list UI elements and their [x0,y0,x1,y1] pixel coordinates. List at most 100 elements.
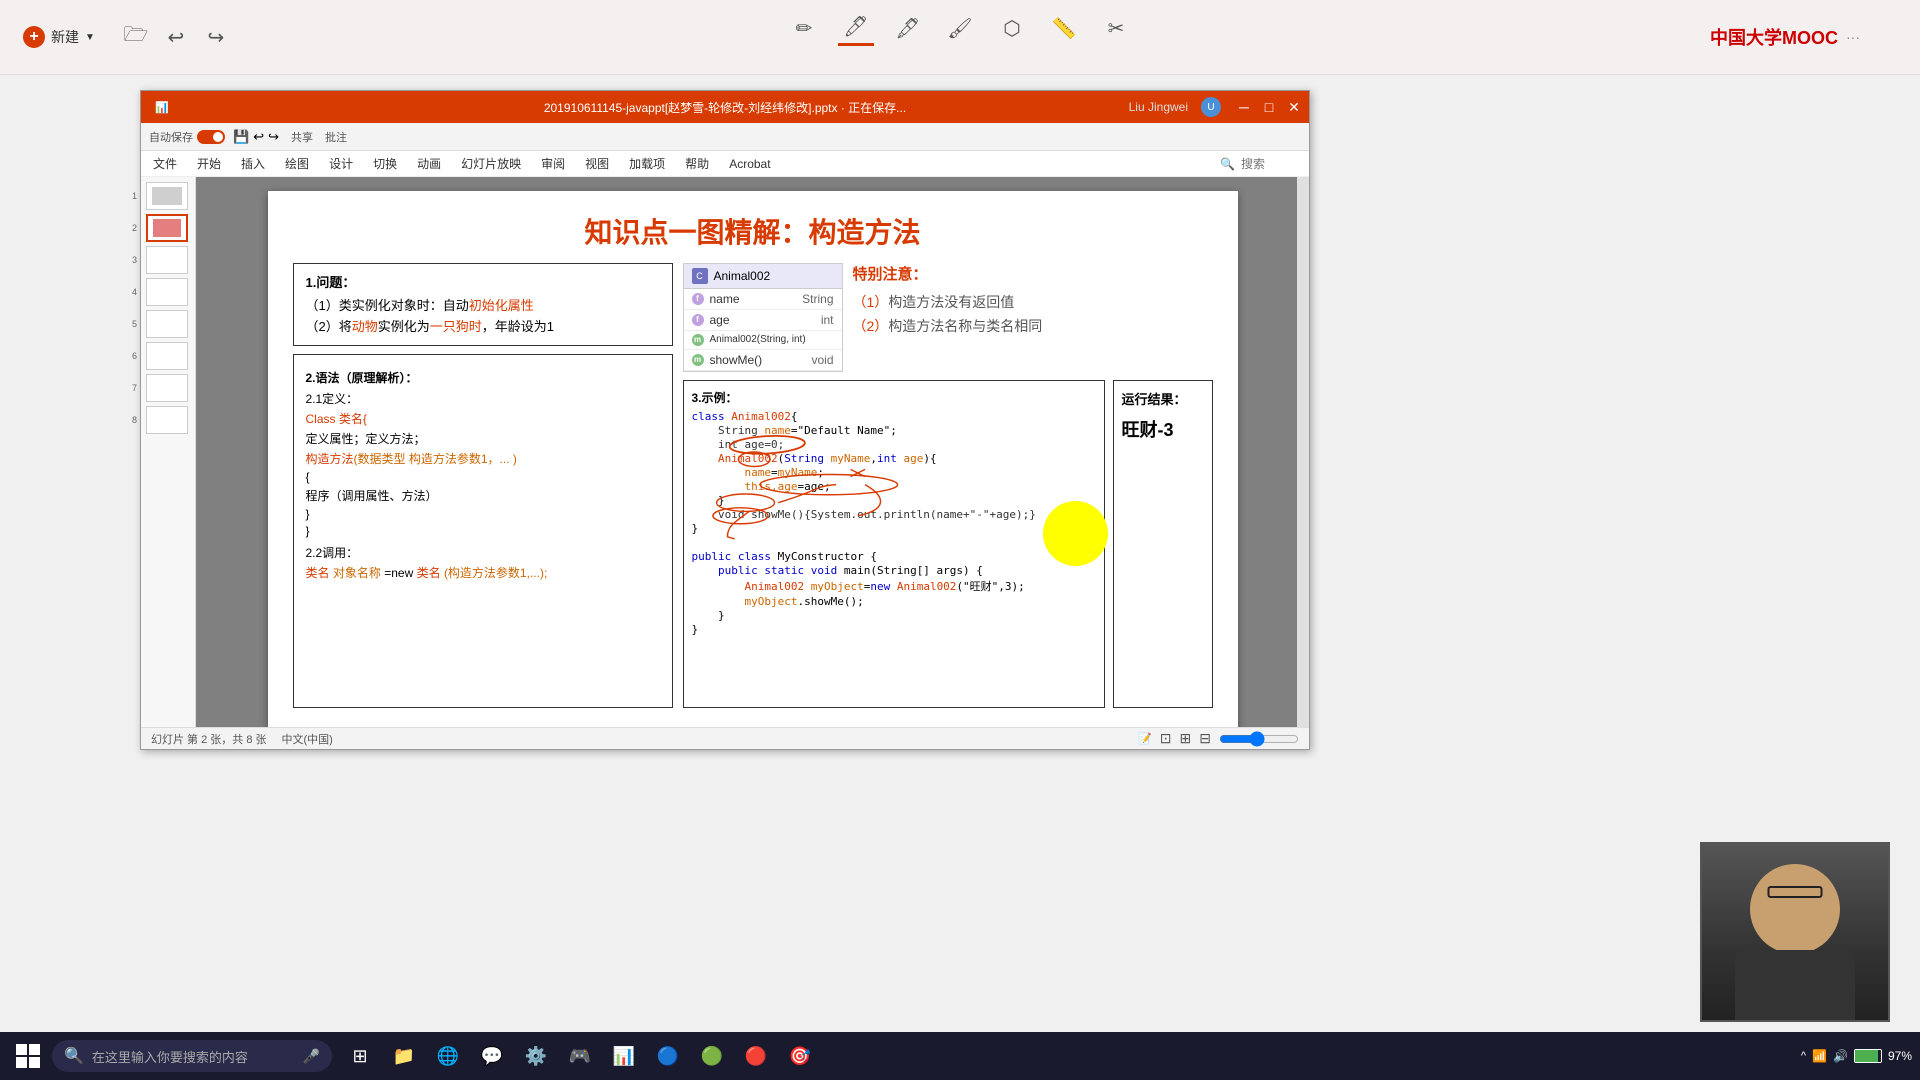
redo-ppt-icon[interactable]: ↪ [268,129,279,145]
pen-tool[interactable]: 🖊 [838,10,874,46]
problem-line2: （2）将动物实例化为一只狗时，年龄设为1 [306,316,660,335]
new-label: 新建 [51,27,79,47]
slide-thumb-8[interactable] [146,406,188,434]
field-f-icon-2: f [692,314,704,326]
app9-icon[interactable]: 🟢 [692,1036,732,1076]
app10-icon[interactable]: 🔴 [736,1036,776,1076]
menu-view[interactable]: 视图 [581,153,613,174]
task-view-icon[interactable]: ⊞ [340,1036,380,1076]
code-line-7: } [692,494,1096,507]
folder-icon[interactable]: 🗁 [118,19,154,55]
menu-file[interactable]: 文件 [149,153,181,174]
browser-icon[interactable]: 🌐 [428,1036,468,1076]
app11-icon[interactable]: 🎯 [780,1036,820,1076]
undo-redo-group: 🗁 ↩ ↪ [118,19,234,55]
slide-scrollbar[interactable] [1297,177,1309,749]
ppt-task-icon[interactable]: 📊 [604,1036,644,1076]
volume-icon[interactable]: 🔊 [1833,1049,1848,1063]
code-line-15: } [692,609,1096,622]
problem-title: 1.问题： [306,272,660,291]
redo-icon[interactable]: ↪ [198,19,234,55]
example-box: 3.示例： class Animal002{ String name="Defa… [683,380,1105,708]
slide-thumb-5[interactable] [146,310,188,338]
problem-line1: （1）类实例化对象时：自动初始化属性 [306,295,660,314]
menu-insert[interactable]: 插入 [237,153,269,174]
menu-start[interactable]: 开始 [193,153,225,174]
slide-thumb-2[interactable] [146,214,188,242]
settings-icon[interactable]: ⚙️ [516,1036,556,1076]
ruler-tool[interactable]: 📏 [1046,10,1082,46]
more-icon[interactable]: ··· [1846,29,1860,45]
app6-icon[interactable]: 🎮 [560,1036,600,1076]
slide-thumb-8-wrapper: 8 [146,406,190,434]
marker-tool[interactable]: 🖋 [890,10,926,46]
share-button[interactable]: 共享 [291,129,313,145]
undo-icon[interactable]: ↩ [158,19,194,55]
speaker-webcam [1700,842,1890,1022]
code-line-13: Animal002 myObject=new Animal002("旺财",3)… [692,578,1096,594]
undo-ppt-icon[interactable]: ↩ [253,129,264,145]
eraser-tool[interactable]: ⬡ [994,10,1030,46]
restore-button[interactable]: □ [1259,97,1279,117]
view-reader[interactable]: ⊟ [1199,730,1211,747]
mic-search-icon: 🎤 [303,1048,320,1065]
app8-icon[interactable]: 🔵 [648,1036,688,1076]
menu-design[interactable]: 设计 [325,153,357,174]
new-dropdown-icon[interactable]: ▼ [85,32,95,43]
notes-icon[interactable]: 📝 [1138,732,1152,745]
example-result-area: 3.示例： class Animal002{ String name="Defa… [683,380,1213,708]
field-f-icon-1: f [692,293,704,305]
menu-draw[interactable]: 绘图 [281,153,313,174]
taskbar-search[interactable]: 🔍 在这里输入你要搜索的内容 🎤 [52,1040,332,1072]
save-icon[interactable]: 💾 [233,129,249,145]
problem-red3: 一只狗时 [430,319,482,334]
highlighter-tool[interactable]: 🖌 [942,10,978,46]
menu-review[interactable]: 审阅 [537,153,569,174]
wechat-icon[interactable]: 💬 [472,1036,512,1076]
new-button[interactable]: + 新建 ▼ [15,22,103,52]
search-input[interactable] [1241,157,1301,171]
special-note-title: 特别注意： [853,263,1213,284]
auto-save-toggle[interactable] [197,130,225,144]
slide-thumb-6[interactable] [146,342,188,370]
menu-slideshow[interactable]: 幻灯片放映 [457,153,525,174]
menu-transition[interactable]: 切换 [369,153,401,174]
code-line-9: } [692,522,1096,535]
close-button[interactable]: ✕ [1284,97,1304,117]
chevron-icon[interactable]: ^ [1801,1050,1806,1062]
menu-animation[interactable]: 动画 [413,153,445,174]
syntax-objname: 对象名称 [333,566,381,580]
files-icon[interactable]: 📁 [384,1036,424,1076]
slide-thumb-3[interactable] [146,246,188,274]
slide-num-5: 5 [132,319,137,329]
result-title: 运行结果： [1122,389,1204,408]
menu-help[interactable]: 帮助 [681,153,713,174]
yellow-dot-annotation [1043,501,1108,566]
search-group: 🔍 [1220,157,1301,171]
slide-panel: 1 2 3 4 5 [141,177,196,749]
view-normal[interactable]: ⊡ [1160,730,1172,747]
slide-thumb-7-wrapper: 7 [146,374,190,402]
slide-thumb-7[interactable] [146,374,188,402]
start-button[interactable] [8,1036,48,1076]
syntax-sub1: 2.1定义： [306,390,660,407]
slide-num-2: 2 [132,223,137,233]
zoom-slider[interactable] [1219,731,1299,747]
code-line-10 [692,536,1096,549]
menu-acrobat[interactable]: Acrobat [725,155,774,173]
menu-addins[interactable]: 加载项 [625,153,669,174]
view-grid[interactable]: ⊞ [1180,730,1192,747]
comment-button[interactable]: 批注 [325,129,347,145]
search-icon: 🔍 [1220,157,1235,171]
taskbar-search-icon: 🔍 [64,1046,84,1066]
minimize-button[interactable]: ─ [1234,97,1254,117]
crop-tool[interactable]: ✂ [1098,10,1134,46]
view-controls: 📝 ⊡ ⊞ ⊟ [1138,730,1299,747]
battery-fill [1855,1050,1878,1062]
network-icon[interactable]: 📶 [1812,1049,1827,1063]
syntax-program: 程序（调用属性、方法） [306,487,660,504]
speaker-head [1750,864,1840,954]
slide-thumb-1[interactable] [146,182,188,210]
slide-thumb-4[interactable] [146,278,188,306]
lasso-tool[interactable]: ✏ [786,10,822,46]
